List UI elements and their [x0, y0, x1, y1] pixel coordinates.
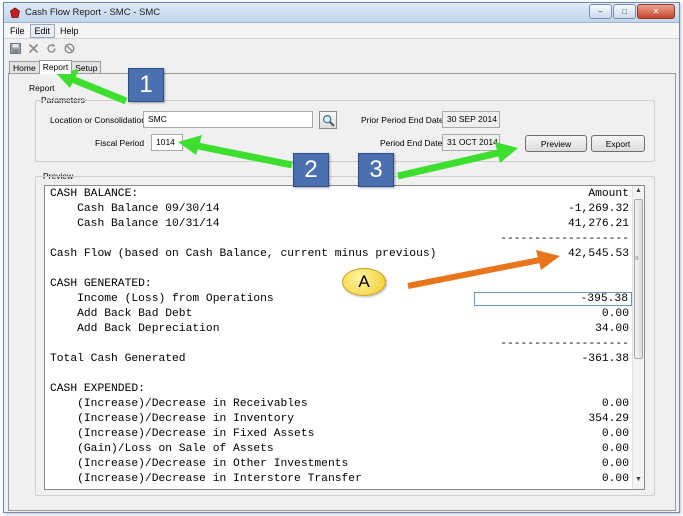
- prior-period-end-field: 30 SEP 2014: [442, 111, 500, 128]
- report-line-amount: 0.00: [601, 398, 629, 410]
- scroll-grip-icon: ≡: [635, 256, 639, 262]
- location-label: Location or Consolidation: [50, 115, 146, 125]
- report-line-amount: Amount: [588, 188, 629, 200]
- report-line: Add Back Bad Debt 0.00: [45, 308, 633, 323]
- report-line-text: Add Back Bad Debt: [50, 308, 193, 320]
- report-line: -------------------: [45, 338, 633, 353]
- report-line-text: CASH EXPENDED:: [50, 383, 145, 395]
- tab-report[interactable]: Report: [38, 60, 73, 74]
- tab-strip: Home Report Setup: [9, 60, 102, 74]
- menu-file[interactable]: File: [6, 25, 29, 37]
- period-end-label: Period End Date: [380, 138, 443, 148]
- report-line-text: (Gain)/Loss on Sale of Assets: [50, 443, 274, 455]
- scroll-thumb[interactable]: [634, 199, 643, 359]
- report-line: [45, 263, 633, 278]
- report-line-amount: 0.00: [601, 443, 629, 455]
- fiscal-period-label: Fiscal Period: [95, 138, 145, 148]
- report-line-text: CASH GENERATED:: [50, 278, 152, 290]
- report-line: CASH GENERATED:: [45, 278, 633, 293]
- report-line-text: (Increase)/Decrease in Receivables: [50, 398, 308, 410]
- report-line-text: Income (Loss) from Operations: [50, 293, 274, 305]
- report-line-amount: -361.38: [581, 353, 629, 365]
- report-line-amount: 0.00: [601, 428, 629, 440]
- refresh-icon[interactable]: [45, 43, 57, 55]
- report-line: Cash Flow (based on Cash Balance, curren…: [45, 248, 633, 263]
- report-line-text: (Increase)/Decrease in Inventory: [50, 413, 295, 425]
- title-bar[interactable]: Cash Flow Report - SMC - SMC – □ ✕: [4, 3, 679, 23]
- menu-bar: File Edit Help: [4, 23, 679, 39]
- report-line-amount: 42,545.53: [567, 248, 629, 260]
- cash-flow-report-window: Cash Flow Report - SMC - SMC – □ ✕ File …: [3, 2, 680, 513]
- scroll-down-icon[interactable]: ▼: [633, 476, 644, 488]
- location-input[interactable]: SMC: [143, 111, 313, 128]
- report-line-text: Cash Balance 09/30/14: [50, 203, 220, 215]
- report-line: CASH EXPENDED:: [45, 383, 633, 398]
- report-line: [45, 368, 633, 383]
- maximize-icon[interactable]: □: [613, 4, 636, 19]
- toolbar: [4, 40, 679, 57]
- report-line-amount: 0.00: [601, 458, 629, 470]
- delete-icon[interactable]: [27, 43, 39, 55]
- magnifier-icon: [322, 114, 335, 127]
- preview-button[interactable]: Preview: [525, 135, 587, 152]
- report-line: Total Cash Generated -361.38: [45, 353, 633, 368]
- scroll-up-icon[interactable]: ▲: [633, 187, 644, 199]
- preview-scrollbar[interactable]: ▲ ≡ ▼: [632, 186, 644, 489]
- save-icon[interactable]: [9, 43, 21, 55]
- minimize-icon[interactable]: –: [589, 4, 612, 19]
- search-location-button[interactable]: [319, 111, 337, 129]
- callout-2: 2: [293, 153, 329, 187]
- menu-edit[interactable]: Edit: [29, 23, 56, 38]
- report-line-text: (Increase)/Decrease in Other Investments: [50, 458, 349, 470]
- report-line: Cash Balance 10/31/14 41,276.21: [45, 218, 633, 233]
- period-end-field: 31 OCT 2014: [442, 134, 500, 151]
- report-line: (Increase)/Decrease in Inventory 354.29: [45, 413, 633, 428]
- report-line-amount: 0.00: [601, 308, 629, 320]
- callout-1: 1: [128, 68, 164, 102]
- menu-help[interactable]: Help: [56, 25, 83, 37]
- export-button[interactable]: Export: [591, 135, 645, 152]
- report-preview[interactable]: CASH BALANCE: Amount Cash Balance 09/30/1…: [44, 185, 645, 490]
- report-line-amount: 354.29: [588, 413, 629, 425]
- report-line: (Increase)/Decrease in Fixed Assets 0.00: [45, 428, 633, 443]
- callout-a: A: [342, 268, 386, 296]
- red-app-icon: [10, 7, 20, 18]
- close-icon[interactable]: ✕: [637, 4, 675, 19]
- report-line: -------------------: [45, 233, 633, 248]
- prior-period-end-label: Prior Period End Date: [361, 115, 444, 125]
- report-line-text: Total Cash Generated: [50, 353, 186, 365]
- report-line-text: CASH BALANCE:: [50, 188, 139, 200]
- report-text-area: CASH BALANCE: Amount Cash Balance 09/30/1…: [45, 186, 633, 489]
- window-title: Cash Flow Report - SMC - SMC: [25, 7, 161, 18]
- report-line: (Increase)/Decrease in Interstore Transf…: [45, 473, 633, 488]
- report-line: (Increase)/Decrease in Other Investments…: [45, 458, 633, 473]
- fiscal-period-input[interactable]: 1014: [151, 134, 183, 151]
- report-line: Cash Balance 09/30/14 -1,269.32: [45, 203, 633, 218]
- report-line-amount: -1,269.32: [567, 203, 629, 215]
- callout-3: 3: [358, 153, 394, 187]
- report-line-text: (Increase)/Decrease in Fixed Assets: [50, 428, 315, 440]
- report-line-amount: 0.00: [601, 473, 629, 485]
- report-line-amount: -------------------: [500, 233, 629, 245]
- selected-amount-cell[interactable]: -395.38: [473, 292, 632, 306]
- report-line-text: (Increase)/Decrease in Interstore Transf…: [50, 473, 362, 485]
- report-line: (Increase)/Decrease in Receivables 0.00: [45, 398, 633, 413]
- cancel-icon[interactable]: [63, 43, 75, 55]
- report-line-text: Cash Flow (based on Cash Balance, curren…: [50, 248, 437, 260]
- report-line-amount: 41,276.21: [567, 218, 629, 230]
- report-line: CASH BALANCE: Amount: [45, 188, 633, 203]
- report-line: Add Back Depreciation 34.00: [45, 323, 633, 338]
- report-line-amount: 34.00: [595, 323, 629, 335]
- report-line-text: Add Back Depreciation: [50, 323, 220, 335]
- report-line: (Gain)/Loss on Sale of Assets 0.00: [45, 443, 633, 458]
- report-section-label: Report: [29, 83, 55, 93]
- report-line-text: Cash Balance 10/31/14: [50, 218, 220, 230]
- report-line[interactable]: Income (Loss) from Operations -395.38: [45, 292, 633, 308]
- parameters-group: [35, 100, 655, 162]
- report-line-amount: -------------------: [500, 338, 629, 350]
